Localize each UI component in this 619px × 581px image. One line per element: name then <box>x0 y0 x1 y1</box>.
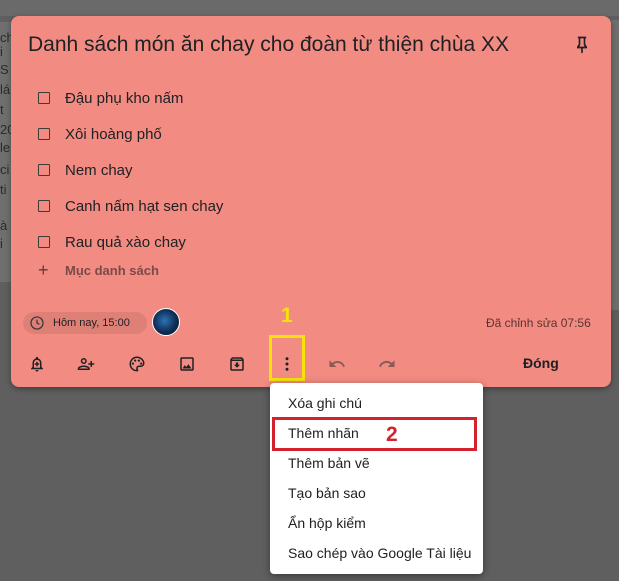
image-icon[interactable] <box>177 354 197 374</box>
plus-icon: + <box>38 260 49 280</box>
list-item-label[interactable]: Nem chay <box>65 162 133 179</box>
list-item[interactable]: Nem chay <box>38 152 223 188</box>
bg-fragment: lá <box>0 82 11 97</box>
close-button[interactable]: Đóng <box>523 355 559 371</box>
add-list-item-placeholder[interactable]: Mục danh sách <box>65 263 159 278</box>
step1-highlight-box <box>269 335 305 381</box>
checklist: Đậu phụ kho nấm Xôi hoàng phố Nem chay C… <box>38 80 223 260</box>
list-item-label[interactable]: Rau quả xào chay <box>65 234 186 251</box>
step2-highlight-box <box>272 417 477 451</box>
person-add-icon[interactable] <box>76 354 96 374</box>
clock-icon <box>30 316 44 330</box>
list-item-label[interactable]: Xôi hoàng phố <box>65 126 162 143</box>
palette-icon[interactable] <box>127 354 147 374</box>
checkbox[interactable] <box>38 200 50 212</box>
edited-timestamp: Đã chỉnh sửa 07:56 <box>486 316 591 330</box>
background-page-right <box>611 20 619 310</box>
bg-fragment: ti <box>0 182 7 197</box>
bg-fragment: i <box>0 44 3 59</box>
note-card: Danh sách món ăn chay cho đoàn từ thiện … <box>11 16 611 387</box>
more-options-menu: Xóa ghi chú Thêm nhãn Thêm bản vẽ Tạo bả… <box>270 383 483 574</box>
pin-icon[interactable] <box>572 35 592 55</box>
menu-item-copy-to-google-docs[interactable]: Sao chép vào Google Tài liệu <box>288 545 471 561</box>
bg-fragment: t <box>0 102 4 117</box>
list-item[interactable]: Rau quả xào chay <box>38 224 223 260</box>
checkbox[interactable] <box>38 92 50 104</box>
note-toolbar: Đóng <box>11 346 611 382</box>
bg-fragment: à <box>0 218 8 233</box>
checkbox[interactable] <box>38 128 50 140</box>
add-list-item-row[interactable]: + Mục danh sách <box>38 260 159 281</box>
reminder-chip[interactable]: Hôm nay, 15:00 <box>23 312 147 334</box>
bg-fragment: S <box>0 62 9 77</box>
bg-fragment: le <box>0 140 11 155</box>
step1-number: 1 <box>281 304 293 327</box>
bell-plus-icon[interactable] <box>27 354 47 374</box>
menu-item-make-copy[interactable]: Tạo bản sao <box>288 485 366 501</box>
background-page-left: ch i S lá t 20 le ci ti à i <box>0 22 14 282</box>
bg-fragment: i <box>0 236 3 251</box>
step2-number: 2 <box>386 423 398 446</box>
redo-icon[interactable] <box>377 354 397 374</box>
bg-fragment: ci <box>0 162 10 177</box>
menu-item-hide-checkboxes[interactable]: Ẩn hộp kiểm <box>288 515 366 531</box>
list-item[interactable]: Canh nấm hạt sen chay <box>38 188 223 224</box>
note-title[interactable]: Danh sách món ăn chay cho đoàn từ thiện … <box>28 33 548 57</box>
list-item[interactable]: Xôi hoàng phố <box>38 116 223 152</box>
list-item[interactable]: Đậu phụ kho nấm <box>38 80 223 116</box>
archive-icon[interactable] <box>227 354 247 374</box>
menu-item-add-drawing[interactable]: Thêm bản vẽ <box>288 455 370 471</box>
list-item-label[interactable]: Canh nấm hạt sen chay <box>65 198 223 215</box>
list-item-label[interactable]: Đậu phụ kho nấm <box>65 90 183 107</box>
background-page-top <box>0 0 619 16</box>
menu-item-delete-note[interactable]: Xóa ghi chú <box>288 395 362 411</box>
checkbox[interactable] <box>38 164 50 176</box>
reminder-label: Hôm nay, 15:00 <box>53 317 130 329</box>
avatar[interactable] <box>152 308 180 336</box>
undo-icon[interactable] <box>327 354 347 374</box>
checkbox[interactable] <box>38 236 50 248</box>
